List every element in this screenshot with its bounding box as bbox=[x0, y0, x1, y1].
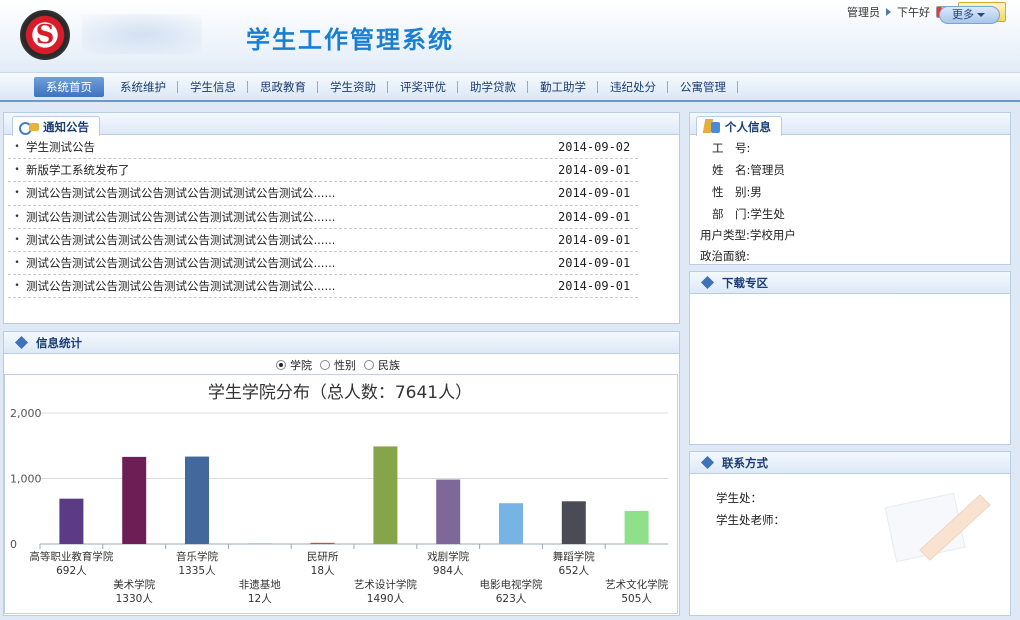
info-field: 工 号: bbox=[712, 140, 750, 156]
contact-office: 学生处： bbox=[716, 491, 762, 505]
value-label: 1330人 bbox=[116, 593, 154, 605]
user-role: 管理员 bbox=[847, 6, 880, 19]
contact-header: 联系方式 bbox=[690, 452, 1010, 474]
x-category-label: 美术学院 bbox=[113, 578, 155, 591]
bar[interactable] bbox=[59, 498, 84, 544]
arrow-right-icon bbox=[886, 8, 891, 16]
info-value: 学生处 bbox=[750, 207, 785, 221]
value-label: 12人 bbox=[248, 593, 272, 605]
info-value: 管理员 bbox=[750, 163, 785, 177]
bar[interactable] bbox=[561, 501, 586, 544]
downloads-title: 下载专区 bbox=[722, 276, 768, 290]
value-label: 1335人 bbox=[178, 565, 216, 577]
contact-title: 联系方式 bbox=[722, 456, 768, 470]
x-category-label: 舞蹈学院 bbox=[553, 550, 595, 563]
bar[interactable] bbox=[122, 456, 147, 544]
y-tick-label: 2,000 bbox=[10, 407, 42, 420]
college-bar-chart: 0 1,000 2,000 高等职业教育学院 692人美术学院 1330人 音乐学院 1335… bbox=[10, 407, 669, 605]
greeting: 下午好 bbox=[897, 6, 930, 19]
y-tick-label: 1,000 bbox=[10, 473, 42, 486]
chevron-down-icon bbox=[977, 13, 985, 17]
info-field: 姓 名:管理员 bbox=[712, 162, 785, 178]
bar[interactable] bbox=[185, 456, 209, 544]
downloads-panel: 下载专区 bbox=[689, 271, 1011, 445]
diamond-icon bbox=[700, 275, 715, 290]
bar[interactable] bbox=[436, 479, 461, 544]
info-label: 姓 名: bbox=[712, 163, 751, 177]
bar[interactable] bbox=[310, 542, 335, 544]
info-label: 性 别: bbox=[712, 185, 751, 199]
bar[interactable] bbox=[373, 446, 398, 544]
bar[interactable] bbox=[247, 543, 272, 545]
value-label: 505人 bbox=[621, 593, 652, 605]
info-label: 用户类型: bbox=[700, 228, 750, 242]
info-field: 性 别:男 bbox=[712, 184, 762, 200]
info-field: 用户类型:学校用户 bbox=[700, 227, 796, 243]
info-field: 政治面貌: bbox=[700, 248, 750, 264]
info-label: 工 号: bbox=[712, 141, 751, 155]
value-label: 18人 bbox=[311, 565, 335, 577]
contact-teacher: 学生处老师： bbox=[716, 513, 785, 527]
value-label: 984人 bbox=[433, 565, 464, 577]
x-category-label: 音乐学院 bbox=[176, 550, 218, 563]
bar[interactable] bbox=[499, 503, 523, 544]
info-field: 部 门:学生处 bbox=[712, 206, 785, 222]
info-label: 政治面貌: bbox=[700, 249, 750, 263]
downloads-header: 下载专区 bbox=[690, 272, 1010, 294]
value-label: 692人 bbox=[56, 565, 87, 577]
person-card-icon bbox=[703, 119, 721, 135]
value-label: 623人 bbox=[496, 593, 527, 605]
bar[interactable] bbox=[624, 510, 649, 544]
info-value: 学校用户 bbox=[749, 228, 796, 242]
x-category-label: 民研所 bbox=[307, 551, 339, 563]
more-menu-button[interactable]: 更多 bbox=[939, 6, 1000, 24]
x-category-label: 电影电视学院 bbox=[480, 578, 543, 591]
personal-info-title: 个人信息 bbox=[725, 119, 771, 134]
x-category-label: 艺术文化学院 bbox=[605, 578, 668, 591]
x-category-label: 艺术设计学院 bbox=[354, 578, 417, 591]
x-category-label: 戏剧学院 bbox=[427, 550, 469, 563]
info-label: 部 门: bbox=[712, 207, 751, 221]
diamond-icon bbox=[700, 455, 715, 470]
info-value: 男 bbox=[750, 185, 762, 199]
personal-info-header: 个人信息 bbox=[690, 113, 1010, 136]
more-label: 更多 bbox=[952, 8, 974, 21]
value-label: 1490人 bbox=[367, 593, 405, 605]
value-label: 652人 bbox=[559, 565, 590, 577]
personal-info-tab[interactable]: 个人信息 bbox=[696, 116, 782, 136]
x-category-label: 高等职业教育学院 bbox=[29, 550, 113, 563]
pen-paper-decoration-icon bbox=[884, 492, 991, 563]
x-category-label: 非遗基地 bbox=[239, 578, 281, 591]
y-tick-label: 0 bbox=[10, 538, 17, 551]
